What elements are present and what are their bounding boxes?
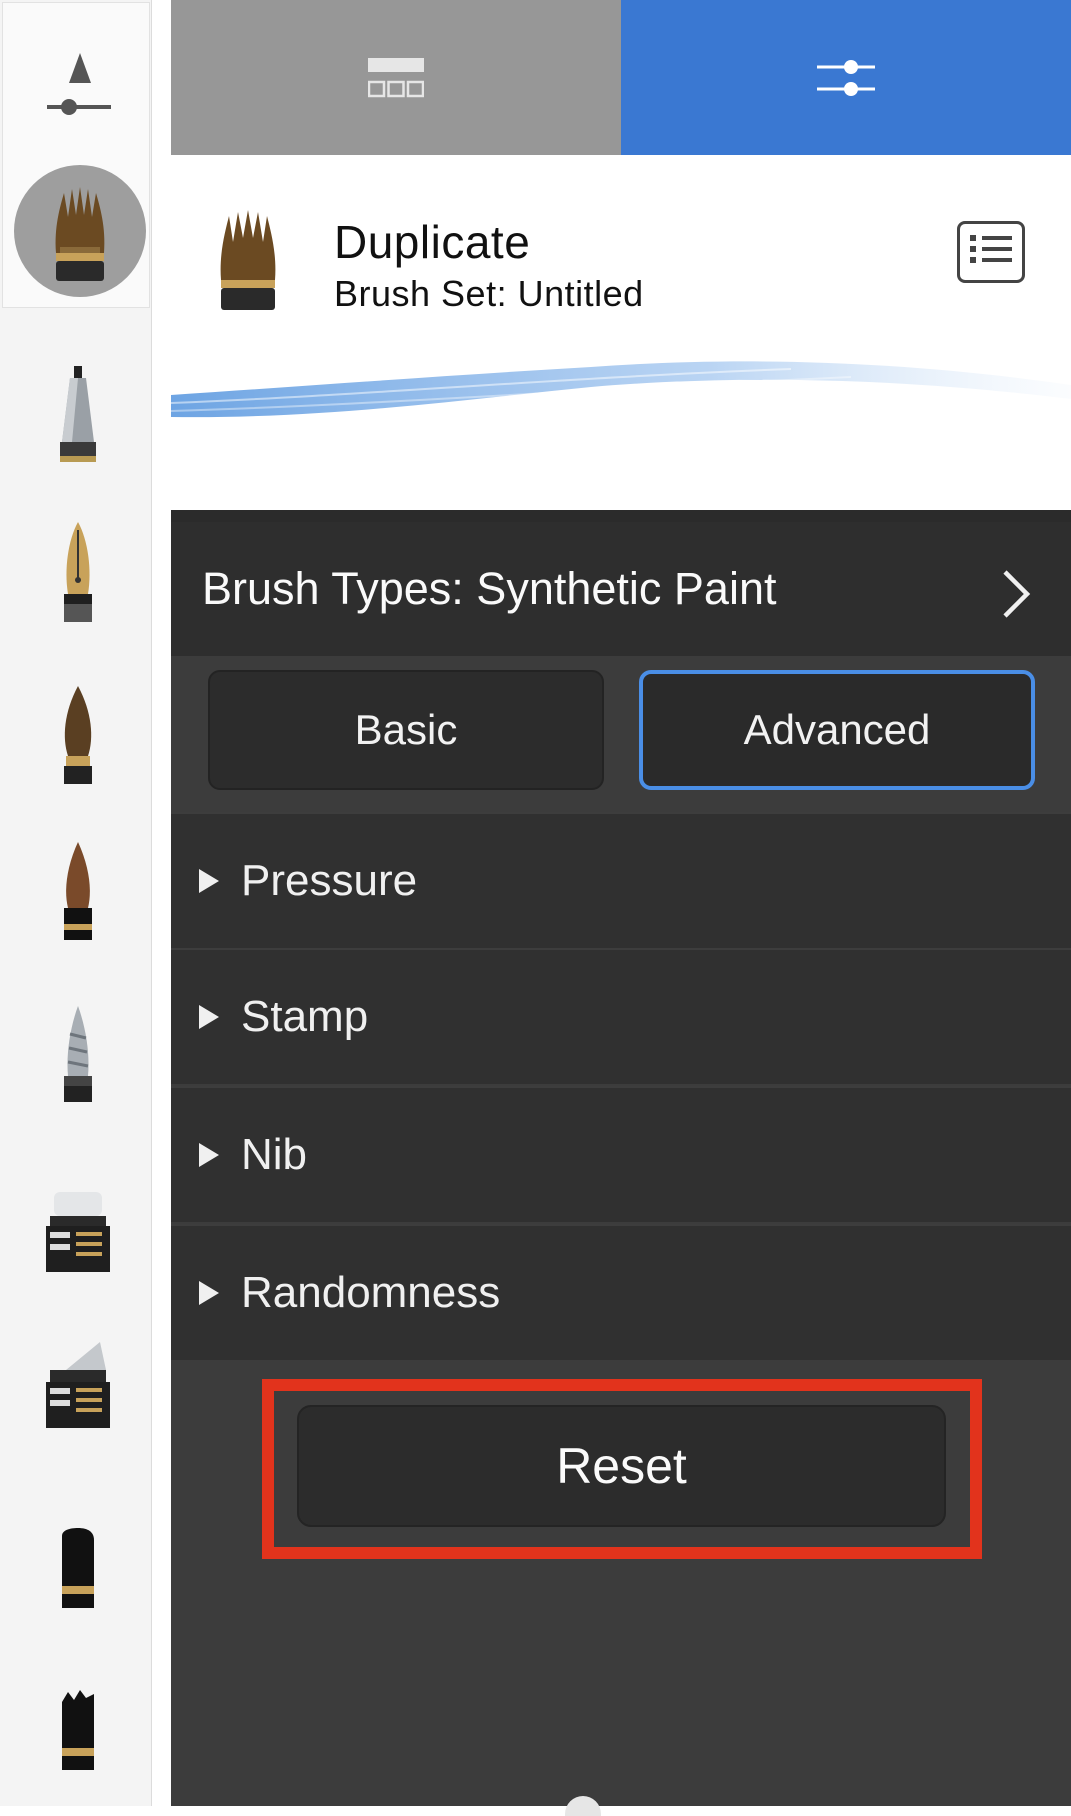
brush-set-label: Brush Set: Untitled [334,273,644,314]
paint-brush-icon[interactable] [36,682,120,792]
disclosure-triangle-icon [199,869,219,893]
section-randomness[interactable]: Randomness [171,1224,1071,1360]
disclosure-triangle-icon [199,1005,219,1029]
brush-stroke-preview [171,361,1071,418]
watercolor-brush-icon[interactable] [36,838,120,948]
brush-types-label: Brush Types: Synthetic Paint [202,563,777,614]
section-label: Stamp [241,992,369,1041]
sliders-icon [817,59,875,96]
basic-mode-button[interactable]: Basic [208,670,604,790]
section-label: Nib [241,1130,308,1179]
brush-name: Duplicate [334,216,531,268]
smudge-brush-icon[interactable] [36,1678,120,1788]
brush-rail [0,0,152,1806]
chisel-marker-brush-icon[interactable] [36,1334,120,1444]
brush-settings-panel: Brush Types: Synthetic Paint Basic Advan… [171,510,1071,1816]
brush-rail-header [2,2,150,308]
advanced-mode-button[interactable]: Advanced [639,670,1035,790]
current-brush-icon [220,210,276,310]
reset-button[interactable]: Reset [297,1405,946,1527]
chevron-right-icon [1003,570,1031,618]
disclosure-triangle-icon [199,1143,219,1167]
ink-pen-brush-icon[interactable] [36,520,120,630]
brush-types-row[interactable]: Brush Types: Synthetic Paint [171,522,1071,656]
mode-segmented-control: Basic Advanced [171,656,1071,822]
section-stamp[interactable]: Stamp [171,948,1071,1084]
active-brush[interactable] [14,165,146,297]
eraser-brush-icon[interactable] [36,1516,120,1626]
section-pressure[interactable]: Pressure [171,812,1071,948]
pencil-brush-icon[interactable] [36,362,120,472]
synthetic-paint-brush-icon [55,187,105,281]
airbrush-icon[interactable] [36,1000,120,1110]
brush-library-icon [368,57,424,97]
list-icon [970,235,1012,263]
disclosure-triangle-icon [199,1281,219,1305]
brush-header: Duplicate Brush Set: Untitled [171,155,1071,510]
panel-tab-bar [171,0,1071,155]
panel-divider [171,510,1071,522]
brush-size-icon[interactable] [45,49,115,119]
marker-brush-icon[interactable] [36,1178,120,1288]
brush-details-button[interactable] [957,221,1025,283]
scroll-indicator [565,1796,601,1816]
section-label: Randomness [241,1268,501,1317]
tab-brush-settings[interactable] [621,0,1071,155]
section-label: Pressure [241,856,418,905]
tab-brush-library[interactable] [171,0,621,155]
section-nib[interactable]: Nib [171,1086,1071,1222]
